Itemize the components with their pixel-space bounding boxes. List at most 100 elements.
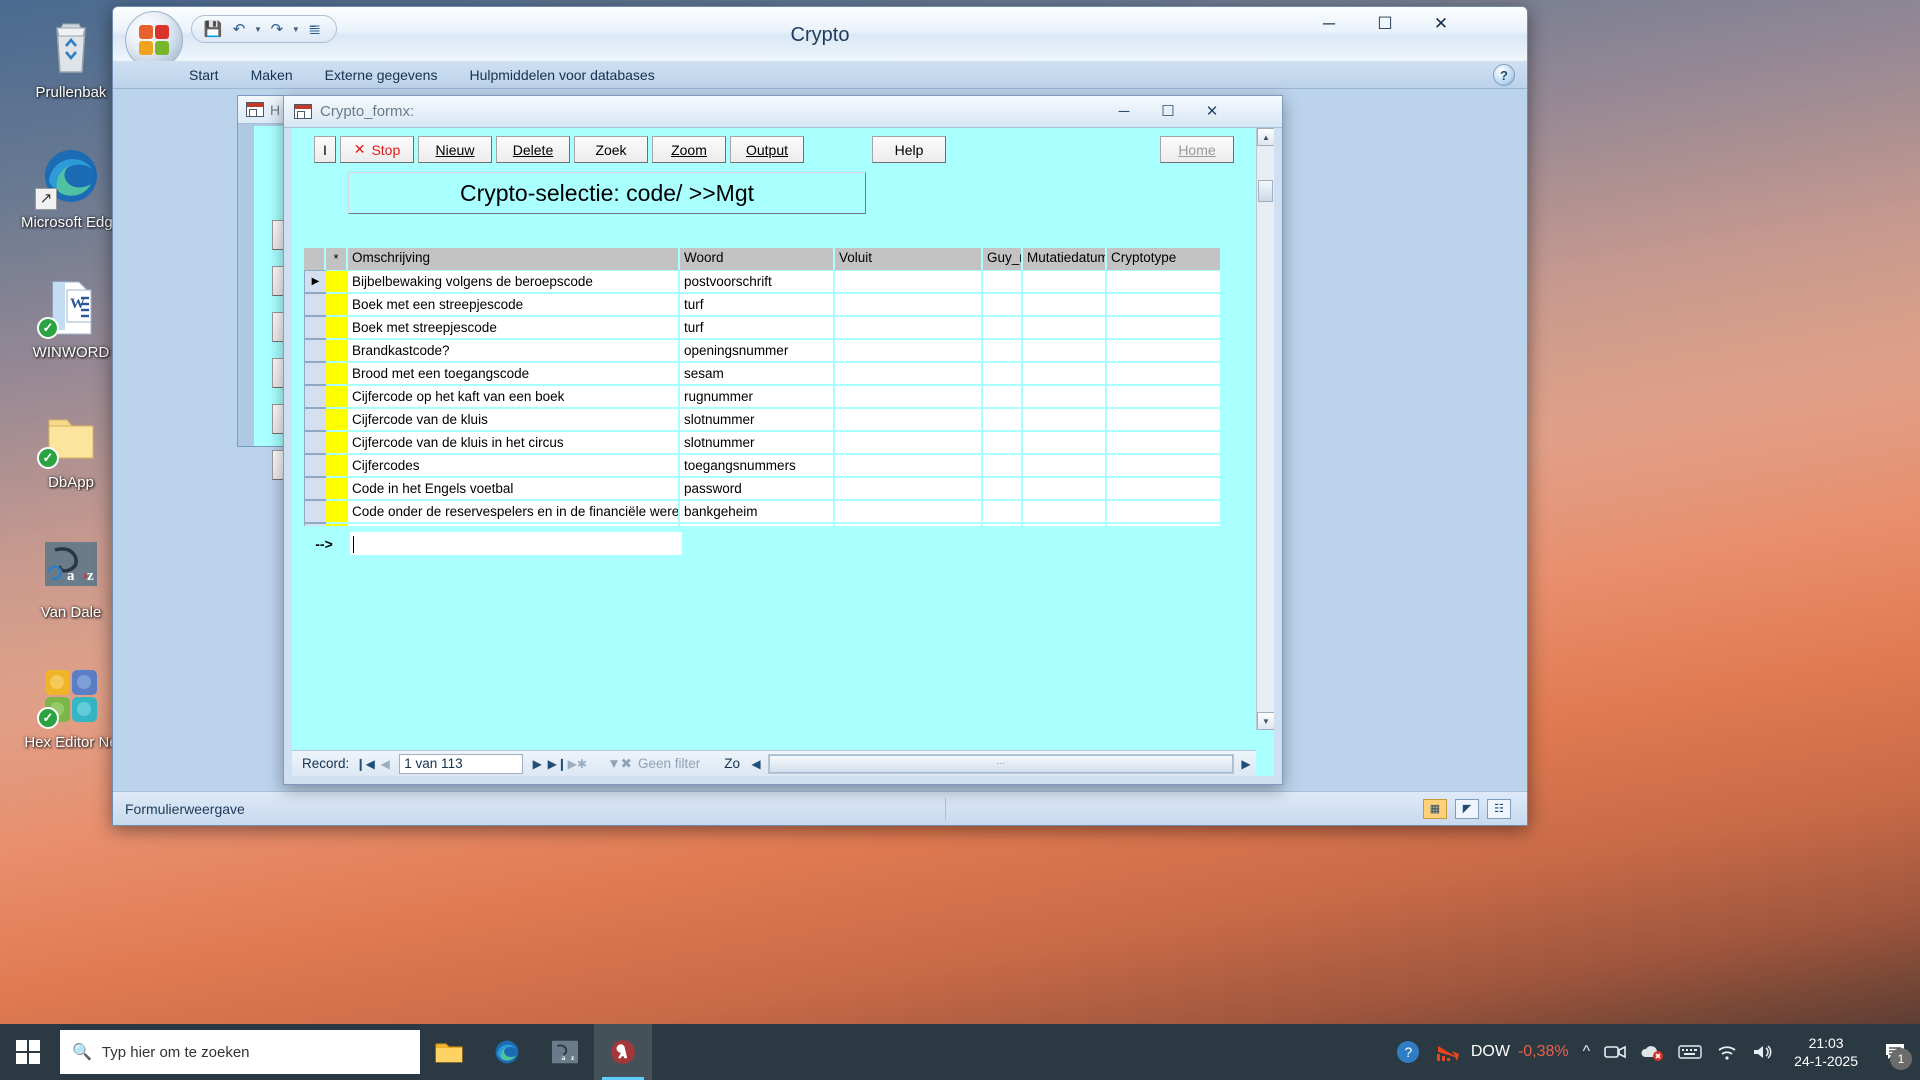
keyboard-icon[interactable] xyxy=(1678,1044,1702,1060)
cell-cryptotype[interactable] xyxy=(1107,454,1222,477)
table-row[interactable]: Cijfercode van de kluisslotnummer xyxy=(304,408,1234,431)
first-record-button[interactable]: ❙◀ xyxy=(355,757,375,771)
row-selector[interactable] xyxy=(304,385,326,408)
row-mark-cell[interactable] xyxy=(326,500,348,523)
form-view-button[interactable]: ▦ xyxy=(1423,799,1447,819)
toolbar-nieuw-button[interactable]: Nieuw xyxy=(418,136,492,163)
table-row[interactable]: Cijfercode op het kaft van een boekrugnu… xyxy=(304,385,1234,408)
table-row[interactable]: Boek met streepjescodeturf xyxy=(304,316,1234,339)
horizontal-scroll-thumb[interactable]: ⋯ xyxy=(769,755,1233,773)
cell-mutatiedatum[interactable] xyxy=(1023,431,1107,454)
cell-omschrijving[interactable]: Code onder de reservespelers en in de fi… xyxy=(348,500,680,523)
cell-omschrijving[interactable]: Boek met een streepjescode xyxy=(348,293,680,316)
table-row[interactable]: Boek met een streepjescodeturf xyxy=(304,293,1234,316)
cell-omschrijving[interactable]: Bijbelbewaking volgens de beroepscode xyxy=(348,270,680,293)
cell-guy-r[interactable] xyxy=(983,500,1023,523)
hscroll-left-icon[interactable]: ◀ xyxy=(746,757,766,771)
cell-cryptotype[interactable] xyxy=(1107,293,1222,316)
cell-mutatiedatum[interactable] xyxy=(1023,270,1107,293)
cell-woord[interactable]: beroepsgeheim xyxy=(680,523,835,526)
toolbar-help-button[interactable]: Help xyxy=(872,136,946,163)
taskbar-file-explorer[interactable] xyxy=(420,1024,478,1080)
cell-cryptotype[interactable] xyxy=(1107,408,1222,431)
cell-guy-r[interactable] xyxy=(983,431,1023,454)
minimize-button[interactable]: ─ xyxy=(1301,7,1357,41)
cell-woord[interactable]: openingsnummer xyxy=(680,339,835,362)
search-input[interactable]: 🔍 Typ hier om te zoeken xyxy=(60,1030,420,1074)
row-selector[interactable] xyxy=(304,523,326,526)
cell-woord[interactable]: password xyxy=(680,477,835,500)
notification-center-button[interactable]: 1 xyxy=(1878,1024,1912,1080)
table-row[interactable]: Cijfercodestoegangsnummers xyxy=(304,454,1234,477)
header-guy-r[interactable]: Guy_r xyxy=(983,248,1023,270)
row-selector[interactable] xyxy=(304,316,326,339)
table-row[interactable]: Brandkastcode?openingsnummer xyxy=(304,339,1234,362)
row-mark-cell[interactable] xyxy=(326,408,348,431)
row-mark-cell[interactable] xyxy=(326,385,348,408)
toolbar-zoek-button[interactable]: Zoek xyxy=(574,136,648,163)
maximize-button[interactable]: ☐ xyxy=(1357,7,1413,41)
toolbar-info-button[interactable]: I xyxy=(314,136,336,163)
cell-cryptotype[interactable] xyxy=(1107,339,1222,362)
cell-omschrijving[interactable]: Code in het Engels voetbal xyxy=(348,477,680,500)
row-mark-cell[interactable] xyxy=(326,477,348,500)
cell-cryptotype[interactable] xyxy=(1107,316,1222,339)
wifi-icon[interactable] xyxy=(1716,1043,1738,1061)
row-mark-cell[interactable] xyxy=(326,270,348,293)
row-selector[interactable]: ▶ xyxy=(304,270,326,293)
row-selector[interactable] xyxy=(304,454,326,477)
cell-omschrijving[interactable]: Cijfercode op het kaft van een boek xyxy=(348,385,680,408)
row-mark-cell[interactable] xyxy=(326,523,348,526)
cell-voluit[interactable] xyxy=(835,293,983,316)
vertical-scroll-thumb[interactable] xyxy=(1258,180,1273,202)
formx-maximize-button[interactable]: ☐ xyxy=(1146,97,1190,125)
cell-omschrijving[interactable]: Code tussen artsen waar alleen de smid w… xyxy=(348,523,680,526)
row-selector[interactable] xyxy=(304,293,326,316)
cell-cryptotype[interactable] xyxy=(1107,477,1222,500)
cell-woord[interactable]: sesam xyxy=(680,362,835,385)
row-mark-cell[interactable] xyxy=(326,362,348,385)
cell-voluit[interactable] xyxy=(835,523,983,526)
row-mark-cell[interactable] xyxy=(326,454,348,477)
row-mark-cell[interactable] xyxy=(326,316,348,339)
cell-omschrijving[interactable]: Boek met streepjescode xyxy=(348,316,680,339)
cell-guy-r[interactable] xyxy=(983,523,1023,526)
header-mutatiedatum[interactable]: Mutatiedatum xyxy=(1023,248,1107,270)
toolbar-output-button[interactable]: Output xyxy=(730,136,804,163)
cell-woord[interactable]: rugnummer xyxy=(680,385,835,408)
cell-guy-r[interactable] xyxy=(983,362,1023,385)
scroll-up-icon[interactable]: ▲ xyxy=(1257,128,1274,146)
table-row[interactable]: ▶Bijbelbewaking volgens de beroepscodepo… xyxy=(304,270,1234,293)
cell-guy-r[interactable] xyxy=(983,293,1023,316)
header-omschrijving[interactable]: Omschrijving xyxy=(348,248,680,270)
table-row[interactable]: Brood met een toegangscodesesam xyxy=(304,362,1234,385)
header-voluit[interactable]: Voluit xyxy=(835,248,983,270)
row-selector[interactable] xyxy=(304,477,326,500)
cell-woord[interactable]: turf xyxy=(680,293,835,316)
cell-omschrijving[interactable]: Cijfercodes xyxy=(348,454,680,477)
toolbar-zoom-button[interactable]: Zoom xyxy=(652,136,726,163)
cell-voluit[interactable] xyxy=(835,316,983,339)
volume-icon[interactable] xyxy=(1752,1043,1774,1061)
cell-cryptotype[interactable] xyxy=(1107,362,1222,385)
cell-mutatiedatum[interactable] xyxy=(1023,408,1107,431)
row-selector[interactable] xyxy=(304,362,326,385)
row-selector[interactable] xyxy=(304,500,326,523)
crypto-formx-titlebar[interactable]: Crypto_formx: ─ ☐ ✕ xyxy=(284,96,1282,128)
cell-guy-r[interactable] xyxy=(983,477,1023,500)
layout-view-button[interactable]: ☷ xyxy=(1487,799,1511,819)
cell-voluit[interactable] xyxy=(835,500,983,523)
cell-guy-r[interactable] xyxy=(983,385,1023,408)
cell-mutatiedatum[interactable] xyxy=(1023,339,1107,362)
cell-woord[interactable]: bankgeheim xyxy=(680,500,835,523)
cell-guy-r[interactable] xyxy=(983,316,1023,339)
formx-close-button[interactable]: ✕ xyxy=(1190,97,1234,125)
new-record-input[interactable] xyxy=(350,532,682,555)
cell-woord[interactable]: turf xyxy=(680,316,835,339)
toolbar-stop-button[interactable]: ✕ Stop xyxy=(340,136,414,163)
cell-mutatiedatum[interactable] xyxy=(1023,316,1107,339)
cell-cryptotype[interactable] xyxy=(1107,270,1222,293)
clock[interactable]: 21:03 24-1-2025 xyxy=(1788,1034,1864,1070)
design-view-button[interactable]: ◤ xyxy=(1455,799,1479,819)
record-position-input[interactable]: 1 van 113 xyxy=(399,754,523,774)
